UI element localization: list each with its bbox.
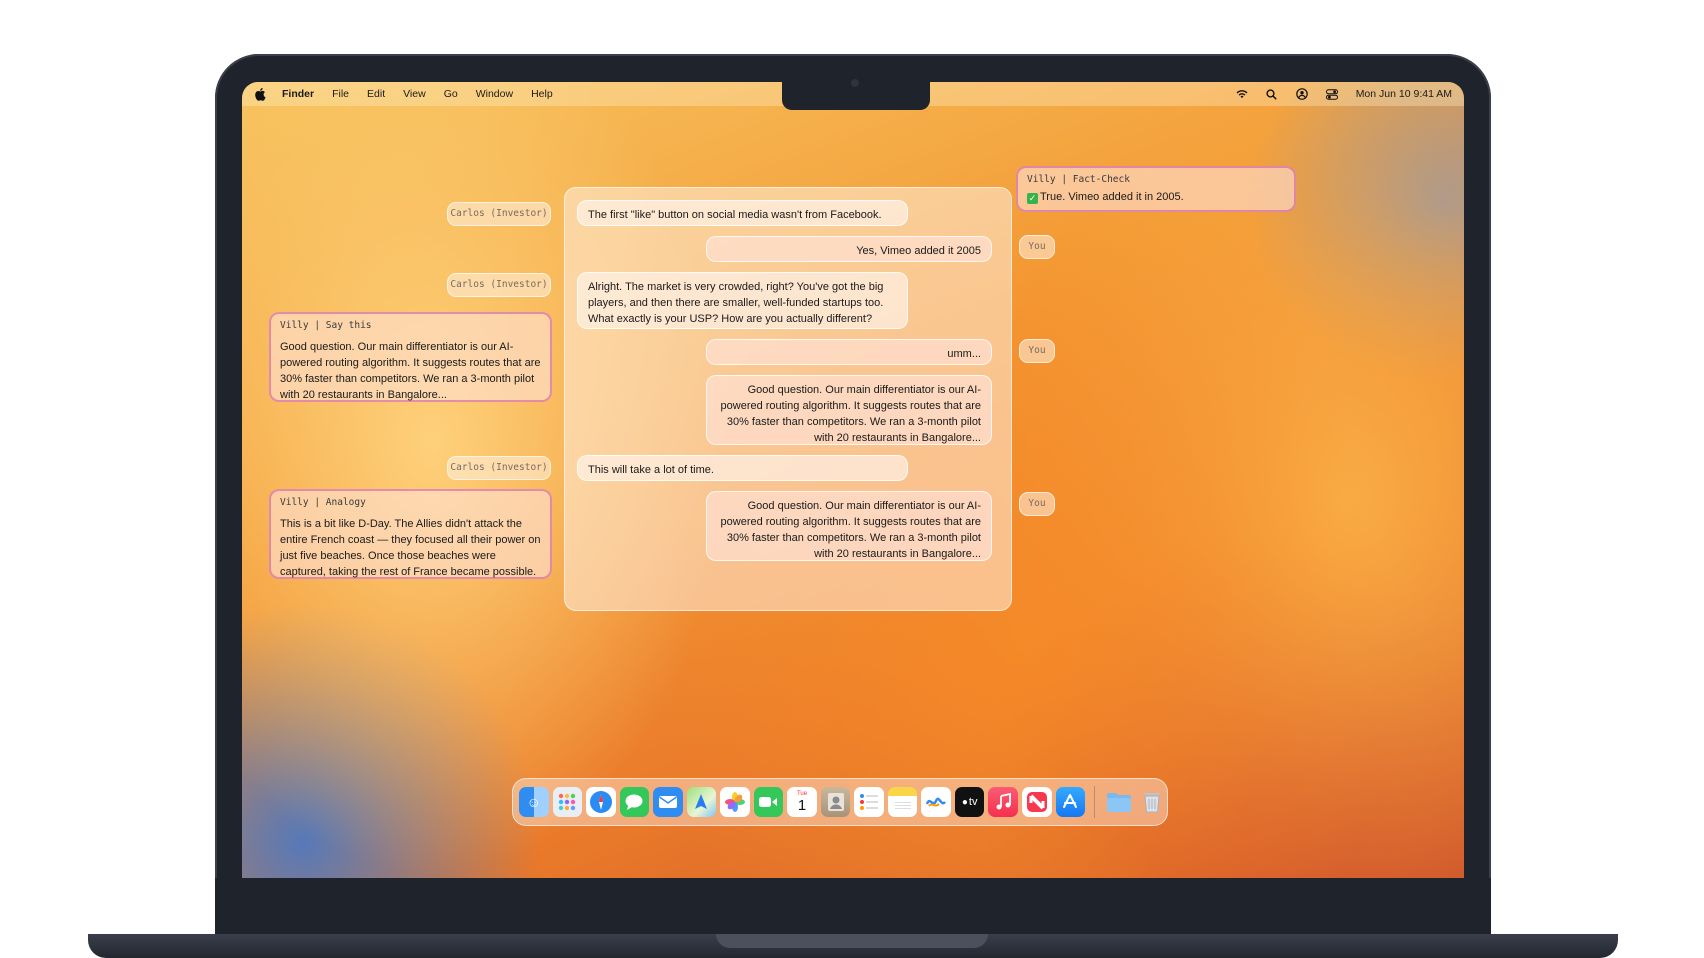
message-investor: The first "like" button on social media … [577,200,908,226]
menu-edit[interactable]: Edit [367,88,385,100]
freeform-icon[interactable] [921,787,951,817]
villy-fact-check-text: True. Vimeo added it in 2005. [1040,191,1184,203]
message-you: Good question. Our main differentiator i… [706,375,992,445]
menu-clock[interactable]: Mon Jun 10 9:41 AM [1356,88,1452,100]
villy-fact-check-card: Villy | Fact-Check ✓ True. Vimeo added it… [1016,166,1296,212]
message-you: Yes, Vimeo added it 2005 [706,236,992,262]
reminders-icon[interactable] [854,787,884,817]
villy-say-this-text: Good question. Our main differentiator i… [280,341,541,401]
mail-icon[interactable] [653,787,683,817]
speaker-tag-investor: Carlos (Investor) [447,456,551,480]
news-icon[interactable] [1021,787,1052,817]
finder-icon[interactable]: ☺ [519,787,549,817]
messages-icon[interactable] [619,787,650,817]
apple-menu-icon[interactable] [254,87,266,101]
menu-file[interactable]: File [332,88,349,100]
villy-fact-check-header: Villy | Fact-Check [1027,174,1130,185]
menu-window[interactable]: Window [476,88,513,100]
villy-analogy-card: Villy | Analogy This is a bit like D-Day… [269,489,552,579]
search-icon[interactable] [1266,88,1278,100]
menu-help[interactable]: Help [531,88,553,100]
message-investor: Alright. The market is very crowded, rig… [577,272,908,329]
speaker-tag-investor: Carlos (Investor) [447,202,551,226]
app-store-icon[interactable] [1055,787,1086,817]
dock-separator [1094,786,1096,818]
villy-say-this-header: Villy | Say this [280,320,372,331]
contacts-icon[interactable] [820,787,851,817]
speaker-tag-you: You [1019,339,1055,363]
control-center-icon[interactable] [1325,88,1338,100]
wifi-icon[interactable] [1236,88,1248,100]
calendar-icon[interactable]: Tue 1 [787,787,817,817]
message-you: umm... [706,339,992,365]
message-you: Good question. Our main differentiator i… [706,491,992,561]
apple-tv-label: tv [968,796,978,808]
safari-icon[interactable] [586,787,616,817]
facetime-icon[interactable] [753,787,784,817]
photos-icon[interactable] [720,787,750,817]
maps-icon[interactable] [686,787,717,817]
launchpad-icon[interactable] [552,787,583,817]
desktop-screen: Finder File Edit View Go Window Help Mon… [242,82,1464,878]
message-investor: This will take a lot of time. [577,455,908,481]
dock: ☺ Tue 1 ● tv [512,778,1168,826]
villy-analogy-header: Villy | Analogy [280,497,366,508]
speaker-tag-investor: Carlos (Investor) [447,273,551,297]
apple-tv-icon[interactable]: ● tv [954,787,985,817]
user-account-icon[interactable] [1295,88,1308,100]
calendar-day: 1 [797,796,807,814]
laptop-base-notch [716,934,988,948]
chat-transcript-panel: The first "like" button on social media … [564,187,1012,611]
villy-say-this-card: Villy | Say this Good question. Our main… [269,312,552,402]
laptop-chin [215,878,1491,934]
menu-go[interactable]: Go [444,88,458,100]
checkmark-icon: ✓ [1027,193,1038,204]
camera-lens [851,79,859,87]
menu-view[interactable]: View [403,88,426,100]
speaker-tag-you: You [1019,492,1055,516]
speaker-tag-you: You [1019,235,1055,259]
menu-app-finder[interactable]: Finder [282,88,314,100]
trash-icon[interactable] [1138,787,1168,817]
music-icon[interactable] [988,787,1018,817]
villy-analogy-text: This is a bit like D-Day. The Allies did… [280,518,541,578]
downloads-folder-icon[interactable] [1104,787,1134,817]
notes-icon[interactable] [887,787,918,817]
